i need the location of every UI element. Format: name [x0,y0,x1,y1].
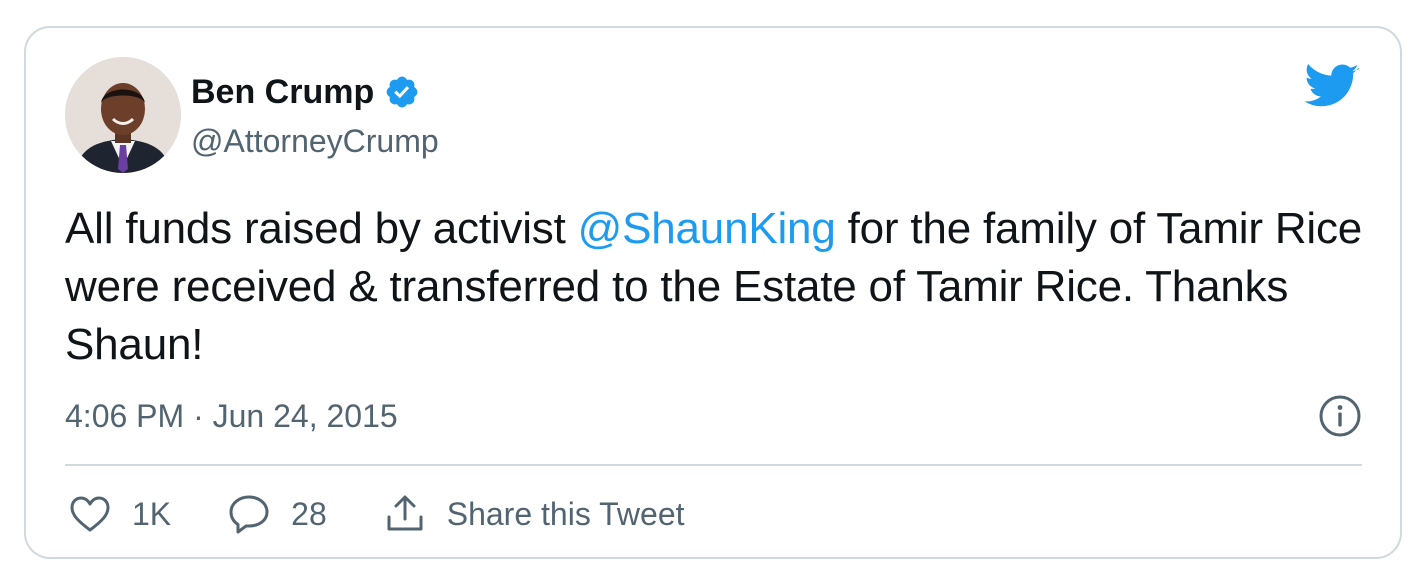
author-handle[interactable]: @AttorneyCrump [191,121,439,161]
divider [65,464,1362,466]
reply-bubble-icon [227,493,271,535]
like-count: 1K [132,496,172,532]
author-name-row: Ben Crump [191,72,420,112]
tweet-timestamp[interactable]: 4:06 PM · Jun 24, 2015 [65,396,398,436]
tweet-text: All funds raised by activist @ShaunKing … [65,200,1365,374]
avatar[interactable] [65,57,181,173]
tweet-card[interactable]: Ben Crump @AttorneyCrump All funds raise… [24,26,1402,559]
author-display-name[interactable]: Ben Crump [191,72,374,112]
share-label: Share this Tweet [446,496,685,532]
twitter-bird-icon[interactable] [1304,64,1360,110]
verified-badge-icon [384,74,420,110]
share-upload-icon [383,493,427,535]
share-tweet-button[interactable]: Share this Tweet [383,493,685,535]
heart-icon [68,494,112,534]
info-icon[interactable] [1318,394,1362,438]
tweet-text-before: All funds raised by activist [65,204,578,253]
reply-button[interactable]: 28 [227,493,327,535]
reply-count: 28 [291,496,327,532]
action-bar: 1K 28 Share this Tweet [68,492,741,536]
like-button[interactable]: 1K [68,494,171,534]
mention-link[interactable]: @ShaunKing [578,204,836,253]
